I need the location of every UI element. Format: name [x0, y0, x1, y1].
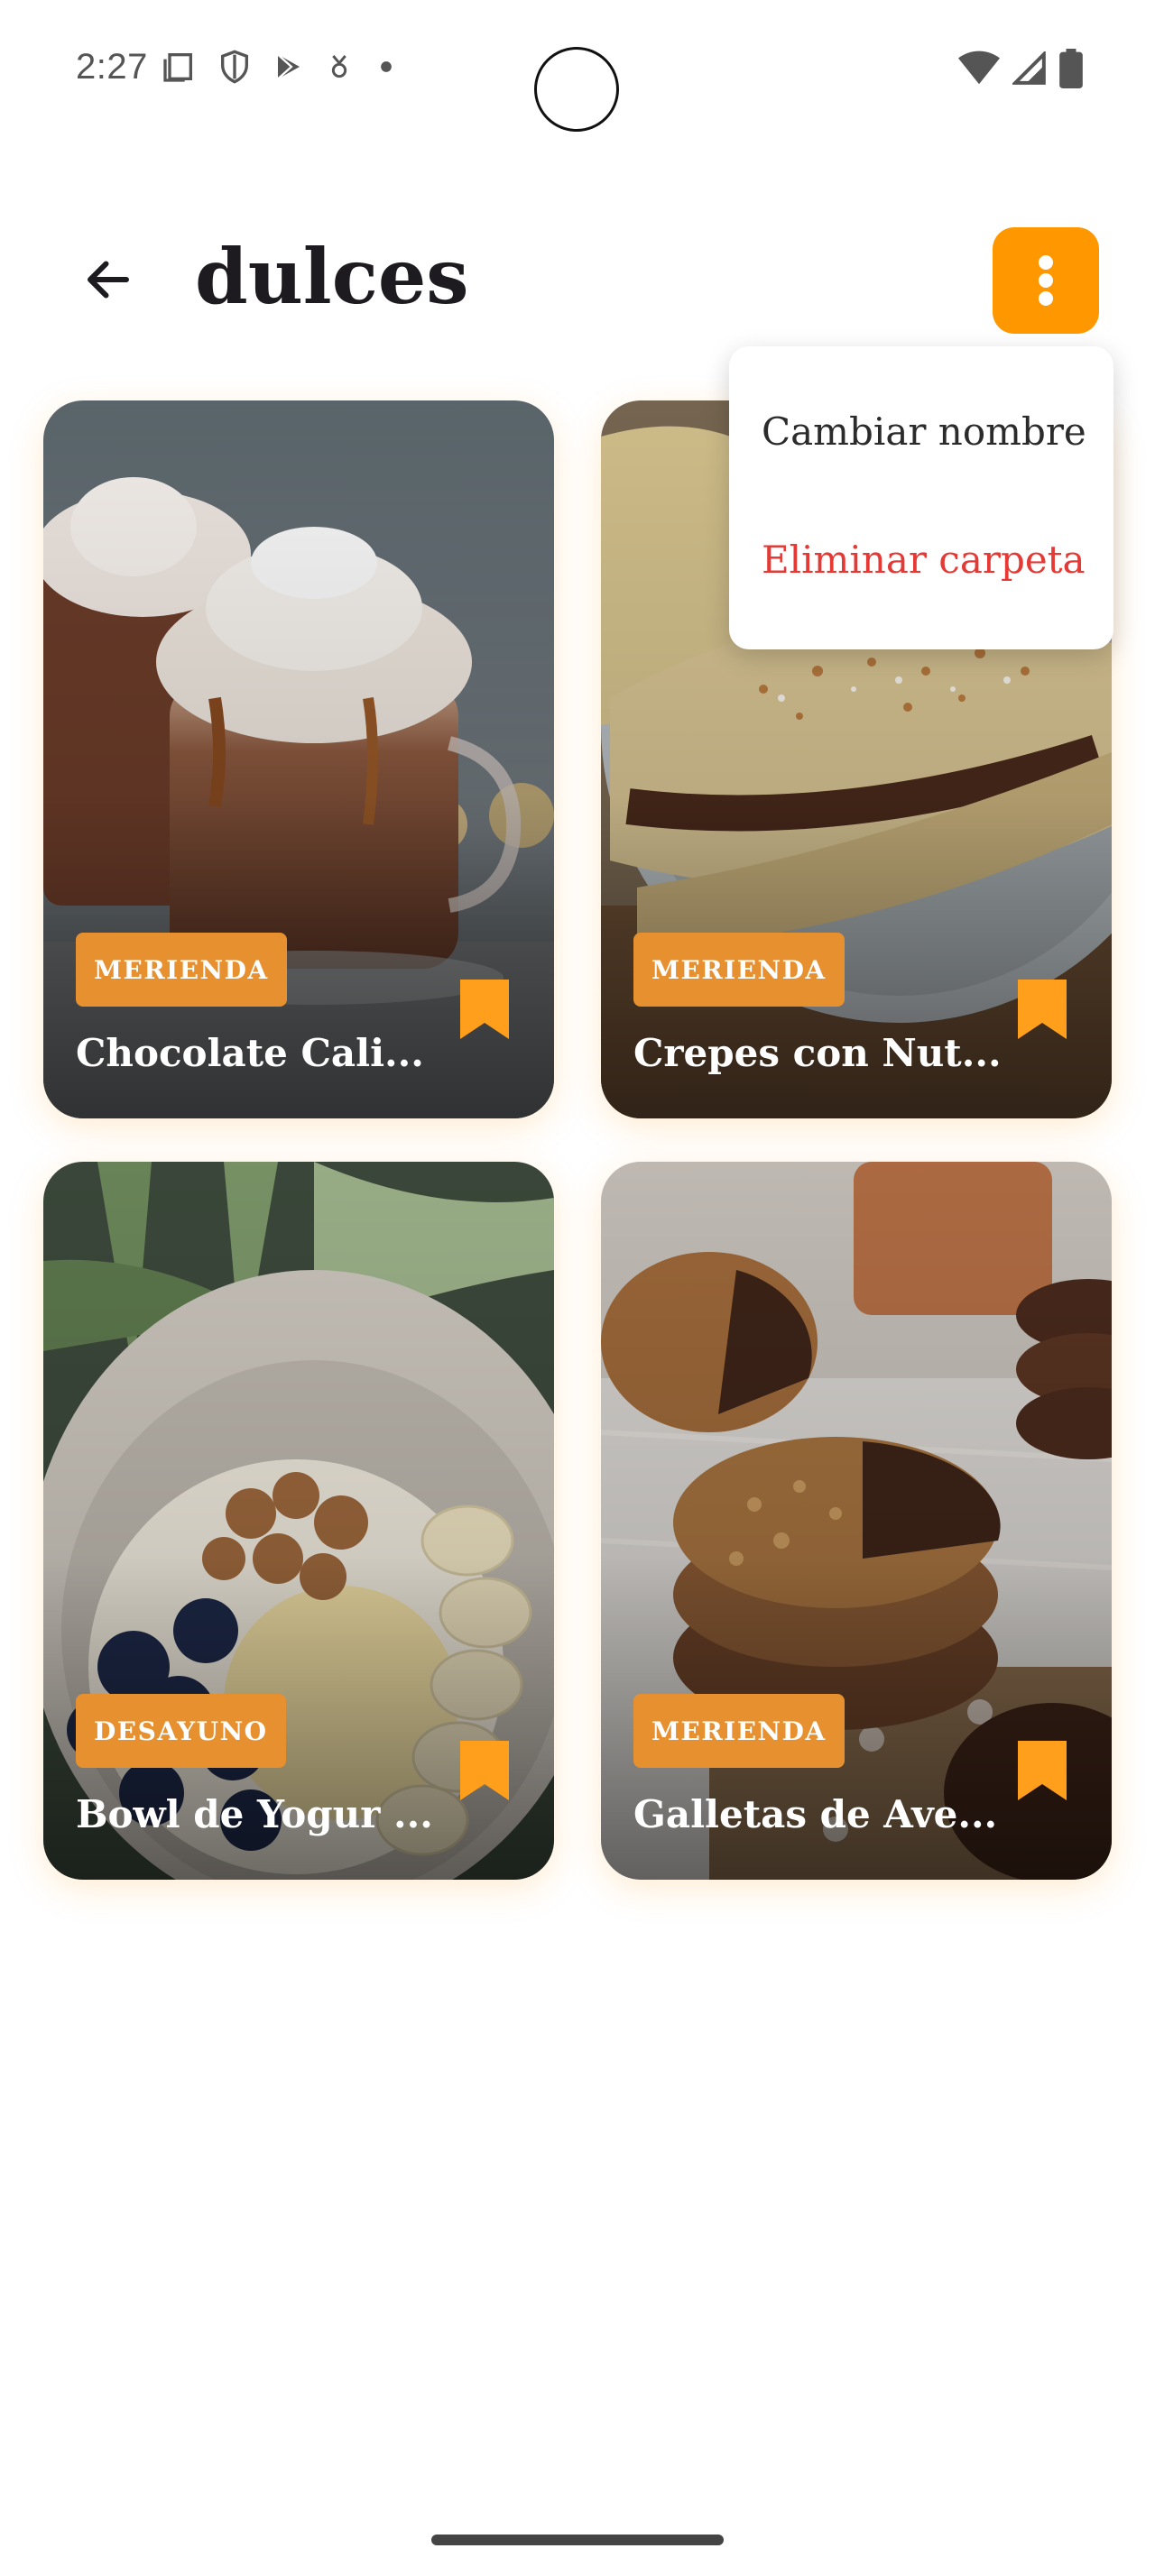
recipe-title: Chocolate Cali... — [76, 1031, 424, 1075]
cellular-icon — [1011, 50, 1047, 89]
more-options-button[interactable] — [993, 227, 1099, 334]
vpn-icon — [325, 51, 354, 83]
wifi-icon — [958, 51, 1000, 90]
page-title: dulces — [195, 232, 469, 321]
more-vertical-icon — [1039, 255, 1053, 306]
status-icons-left — [161, 49, 399, 85]
bookmark-icon[interactable] — [1018, 980, 1067, 1039]
status-icons-right — [958, 49, 1083, 92]
folder-options-menu: Cambiar nombre Eliminar carpeta — [729, 346, 1113, 649]
bookmark-icon[interactable] — [460, 1741, 509, 1800]
arrow-back-icon — [88, 261, 129, 299]
status-bar: 2:27 — [0, 0, 1155, 144]
screenshot-icon — [161, 49, 197, 85]
recipe-title: Bowl de Yogur ... — [76, 1792, 433, 1836]
bookmark-icon[interactable] — [460, 980, 509, 1039]
gesture-nav-handle[interactable] — [431, 2535, 724, 2545]
recipe-tag: DESAYUNO — [76, 1694, 286, 1768]
shield-icon — [217, 49, 253, 85]
back-button[interactable] — [72, 244, 144, 316]
menu-item-rename[interactable]: Cambiar nombre — [729, 368, 1113, 494]
recipe-tag: MERIENDA — [76, 933, 287, 1007]
battery-icon — [1059, 49, 1083, 92]
recipe-card[interactable]: MERIENDA Chocolate Cali... — [43, 400, 554, 1118]
camera-cutout — [534, 47, 619, 132]
dot-icon — [374, 54, 399, 79]
recipe-tag: MERIENDA — [633, 1694, 845, 1768]
bookmark-icon[interactable] — [1018, 1741, 1067, 1800]
status-time: 2:27 — [76, 47, 148, 87]
recipe-title: Crepes con Nut... — [633, 1031, 1002, 1075]
recipe-title: Galletas de Ave... — [633, 1792, 998, 1836]
recipe-tag: MERIENDA — [633, 933, 845, 1007]
recipe-card[interactable]: DESAYUNO Bowl de Yogur ... — [43, 1162, 554, 1880]
recipe-card[interactable]: MERIENDA Galletas de Ave... — [601, 1162, 1112, 1880]
menu-item-delete-folder[interactable]: Eliminar carpeta — [729, 496, 1113, 622]
play-store-icon — [273, 51, 305, 83]
